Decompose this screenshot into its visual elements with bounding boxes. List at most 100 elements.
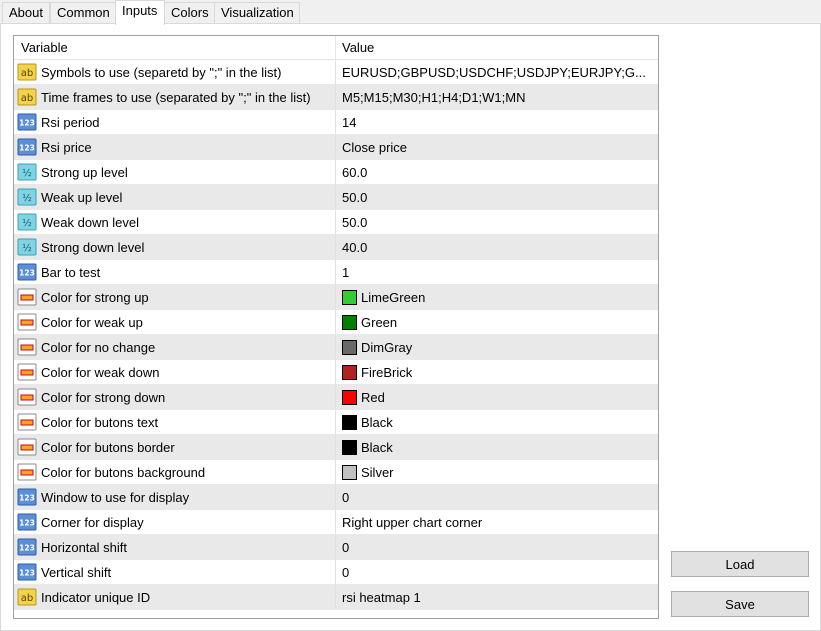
table-row[interactable]: 123 Rsi period 14 (14, 110, 658, 135)
value-cell[interactable]: Silver (336, 460, 658, 484)
variable-label: Horizontal shift (41, 539, 127, 555)
variable-cell: Color for butons border (14, 435, 336, 459)
value-cell[interactable]: FireBrick (336, 360, 658, 384)
variable-cell: Color for strong up (14, 285, 336, 309)
value-text: Red (361, 389, 385, 405)
column-header-value[interactable]: Value (336, 36, 658, 59)
variable-cell: 123 Window to use for display (14, 485, 336, 509)
value-text: 0 (342, 489, 350, 505)
value-cell[interactable]: 0 (336, 485, 658, 509)
value-cell[interactable]: Black (336, 435, 658, 459)
svg-text:123: 123 (19, 119, 35, 128)
value-text: Green (361, 314, 398, 330)
123-integer-icon: 123 (17, 487, 37, 507)
table-row[interactable]: Color for butons text Black (14, 410, 658, 435)
value-text: Close price (342, 139, 408, 155)
variable-label: Indicator unique ID (41, 589, 151, 605)
value-cell[interactable]: 40.0 (336, 235, 658, 259)
save-button[interactable]: Save (671, 591, 809, 617)
variable-cell: ab Time frames to use (separated by ";" i… (14, 85, 336, 109)
variable-label: Color for no change (41, 339, 156, 355)
value-cell[interactable]: M5;M15;M30;H1;H4;D1;W1;MN (336, 85, 658, 109)
123-integer-icon: 123 (17, 562, 37, 582)
table-row[interactable]: ½ Weak up level 50.0 (14, 185, 658, 210)
table-row[interactable]: ab Symbols to use (separetd by ";" in the… (14, 60, 658, 85)
table-row[interactable]: ½ Strong down level 40.0 (14, 235, 658, 260)
value-text: Black (361, 414, 393, 430)
table-row[interactable]: Color for butons background Silver (14, 460, 658, 485)
column-header-variable[interactable]: Variable (14, 36, 336, 59)
value-cell[interactable]: Close price (336, 135, 658, 159)
table-row[interactable]: 123 Window to use for display 0 (14, 485, 658, 510)
value-cell[interactable]: 50.0 (336, 210, 658, 234)
inputs-panel: Variable Value ab Symbols to use (separet… (0, 23, 821, 631)
inputs-table[interactable]: Variable Value ab Symbols to use (separet… (13, 35, 659, 619)
value-cell[interactable]: 1 (336, 260, 658, 284)
svg-text:123: 123 (19, 144, 35, 153)
variable-cell: 123 Corner for display (14, 510, 336, 534)
load-button[interactable]: Load (671, 551, 809, 577)
color-swatch (342, 389, 357, 405)
svg-text:ab: ab (21, 93, 33, 104)
table-row[interactable]: 123 Vertical shift 0 (14, 560, 658, 585)
variable-label: Color for weak down (41, 364, 160, 380)
table-row[interactable]: Color for strong up LimeGreen (14, 285, 658, 310)
table-row[interactable]: Color for butons border Black (14, 435, 658, 460)
value-cell[interactable]: Green (336, 310, 658, 334)
value-cell[interactable]: DimGray (336, 335, 658, 359)
value-cell[interactable]: rsi heatmap 1 (336, 585, 658, 609)
variable-cell: Color for strong down (14, 385, 336, 409)
variable-label: Color for strong up (41, 289, 149, 305)
variable-cell: ½ Weak down level (14, 210, 336, 234)
value-text: FireBrick (361, 364, 413, 380)
value-cell[interactable]: LimeGreen (336, 285, 658, 309)
variable-label: Time frames to use (separated by ";" in … (41, 89, 311, 105)
color-palette-icon (17, 437, 37, 457)
svg-text:123: 123 (19, 494, 35, 503)
value-cell[interactable]: 60.0 (336, 160, 658, 184)
ab-string-icon: ab (17, 87, 37, 107)
color-palette-icon (17, 337, 37, 357)
table-row[interactable]: Color for weak up Green (14, 310, 658, 335)
ab-string-icon: ab (17, 62, 37, 82)
color-palette-icon (17, 462, 37, 482)
value-cell[interactable]: 0 (336, 560, 658, 584)
table-row[interactable]: 123 Corner for display Right upper chart c… (14, 510, 658, 535)
tab-colors[interactable]: Colors (164, 2, 215, 24)
table-row[interactable]: ab Indicator unique ID rsi heatmap 1 (14, 585, 658, 610)
svg-text:ab: ab (21, 68, 33, 79)
tab-common[interactable]: Common (50, 2, 116, 24)
value-text: DimGray (361, 339, 413, 355)
table-row[interactable]: ab Time frames to use (separated by ";" i… (14, 85, 658, 110)
table-row[interactable]: Color for no change DimGray (14, 335, 658, 360)
variable-cell: 123 Bar to test (14, 260, 336, 284)
value-cell[interactable]: Right upper chart corner (336, 510, 658, 534)
value-text: EURUSD;GBPUSD;USDCHF;USDJPY;EURJPY;G... (342, 64, 646, 80)
value-text: M5;M15;M30;H1;H4;D1;W1;MN (342, 89, 526, 105)
tab-inputs[interactable]: Inputs (115, 0, 165, 25)
table-row[interactable]: ½ Weak down level 50.0 (14, 210, 658, 235)
value-cell[interactable]: Black (336, 410, 658, 434)
color-palette-icon (17, 362, 37, 382)
variable-label: Vertical shift (41, 564, 112, 580)
value-cell[interactable]: EURUSD;GBPUSD;USDCHF;USDJPY;EURJPY;G... (336, 60, 658, 84)
table-row[interactable]: 123 Bar to test 1 (14, 260, 658, 285)
table-row[interactable]: 123 Horizontal shift 0 (14, 535, 658, 560)
table-row[interactable]: ½ Strong up level 60.0 (14, 160, 658, 185)
variable-cell: 123 Vertical shift (14, 560, 336, 584)
value-cell[interactable]: 0 (336, 535, 658, 559)
table-row[interactable]: Color for strong down Red (14, 385, 658, 410)
value-text: 50.0 (342, 214, 368, 230)
value-cell[interactable]: Red (336, 385, 658, 409)
value-cell[interactable]: 50.0 (336, 185, 658, 209)
table-row[interactable]: 123 Rsi price Close price (14, 135, 658, 160)
tab-visualization[interactable]: Visualization (214, 2, 300, 24)
value-cell[interactable]: 14 (336, 110, 658, 134)
tab-about[interactable]: About (2, 2, 50, 24)
variable-cell: Color for butons background (14, 460, 336, 484)
value-text: 0 (342, 564, 350, 580)
variable-label: Color for butons text (41, 414, 159, 430)
value-text: 40.0 (342, 239, 368, 255)
color-palette-icon (17, 387, 37, 407)
table-row[interactable]: Color for weak down FireBrick (14, 360, 658, 385)
